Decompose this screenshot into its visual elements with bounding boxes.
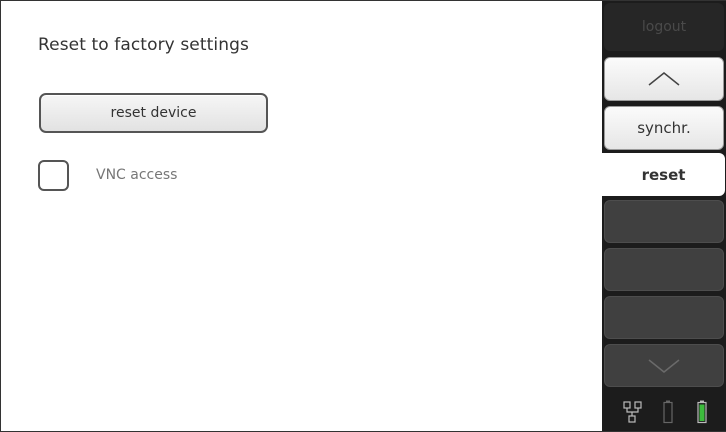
synchronize-button[interactable]: synchr. (604, 106, 724, 150)
scroll-up-button[interactable] (604, 57, 724, 101)
status-bar (602, 391, 726, 431)
empty-slot-1 (604, 200, 724, 243)
scroll-down-button[interactable] (604, 344, 724, 387)
main-panel: Reset to factory settings reset device V… (1, 1, 602, 431)
logout-button[interactable]: logout (604, 3, 724, 51)
battery-empty-icon (662, 400, 673, 424)
reset-tab[interactable]: reset (602, 153, 725, 196)
empty-slot-2 (604, 248, 724, 291)
reset-device-button[interactable]: reset device (39, 93, 268, 133)
app-window: Reset to factory settings reset device V… (0, 0, 726, 432)
vnc-access-checkbox[interactable] (38, 159, 69, 191)
page-title: Reset to factory settings (38, 35, 249, 55)
empty-slot-3 (604, 296, 724, 339)
vnc-access-row[interactable]: VNC access (38, 158, 177, 192)
vnc-access-label: VNC access (96, 167, 178, 183)
battery-full-icon (696, 400, 707, 424)
chevron-up-icon (648, 72, 680, 86)
sidebar: logout synchr. reset (602, 1, 726, 431)
chevron-down-icon (648, 358, 680, 373)
network-icon (622, 401, 642, 423)
